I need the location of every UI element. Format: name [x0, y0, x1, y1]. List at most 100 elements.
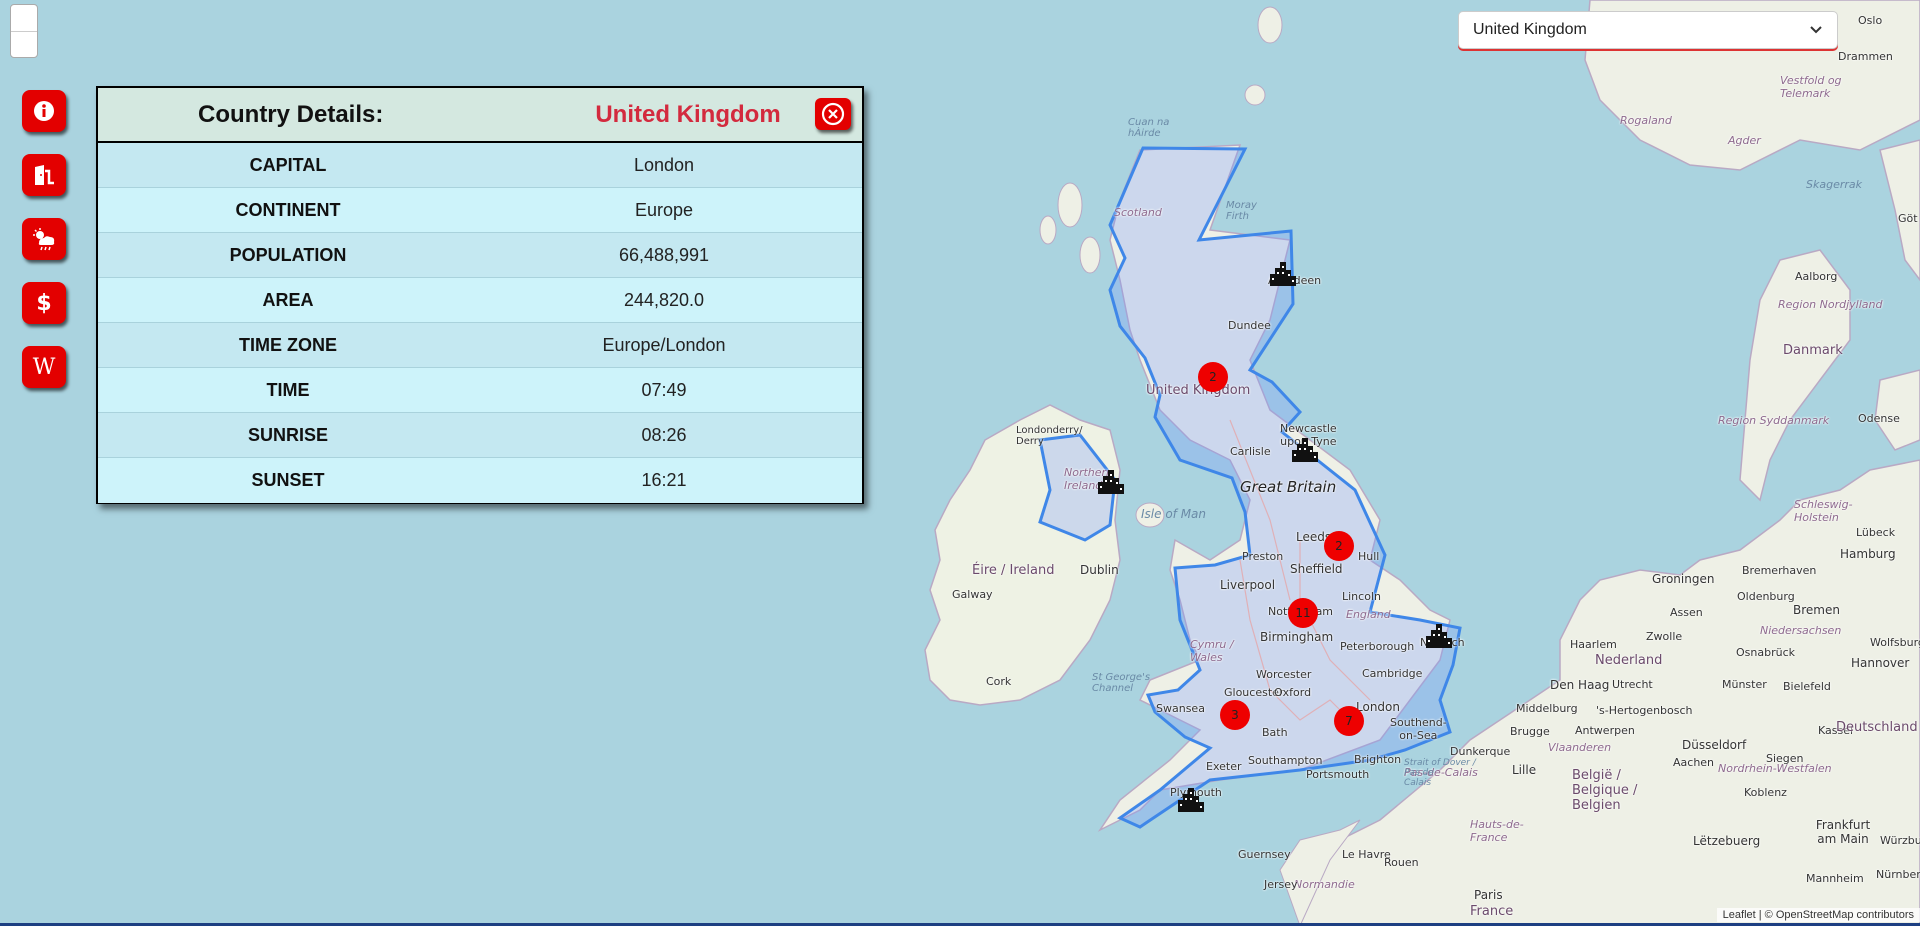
cluster-marker[interactable]: 2	[1198, 362, 1228, 392]
row-label: SUNRISE	[247, 425, 328, 445]
city-marker-icon[interactable]	[1424, 620, 1454, 650]
details-row-time-zone: TIME ZONE Europe/London	[98, 323, 862, 368]
map-label-jersey: Jersey	[1264, 878, 1298, 891]
cluster-marker[interactable]: 3	[1220, 700, 1250, 730]
city-marker-icon[interactable]	[1096, 466, 1126, 496]
map-label-munster: Münster	[1722, 678, 1767, 691]
row-value: Europe	[634, 200, 694, 220]
map-label-londonderry: Londonderry/ Derry	[1016, 425, 1083, 447]
cluster-marker[interactable]: 7	[1334, 706, 1364, 736]
map-label-exeter: Exeter	[1206, 760, 1242, 773]
panel-country-name: United Kingdom	[595, 101, 781, 128]
map-label-isle-of-man: Isle of Man	[1141, 507, 1207, 521]
map-label-cambridge: Cambridge	[1362, 667, 1423, 680]
row-value: 08:26	[641, 425, 687, 445]
map-label-schleswig: Schleswig-Holstein	[1794, 498, 1853, 524]
map-label-haarlem: Haarlem	[1570, 638, 1617, 651]
map-label-eire: Éire / Ireland	[972, 563, 1055, 578]
dollar-button[interactable]: $	[22, 282, 66, 324]
map-label-oldenburg: Oldenburg	[1737, 590, 1795, 603]
map-label-wolfsburg: Wolfsburg	[1870, 636, 1920, 649]
city-marker-icon[interactable]	[1268, 258, 1298, 288]
map-label-utrecht: Utrecht	[1612, 678, 1653, 691]
map-label-sheffield: Sheffield	[1290, 562, 1343, 576]
city-marker-icon[interactable]	[1176, 784, 1206, 814]
row-value: 66,488,991	[618, 245, 710, 265]
map-label-dundee: Dundee	[1228, 319, 1271, 332]
map-label-uk: United Kingdom	[1146, 383, 1251, 398]
map-label-moray: Moray Firth	[1226, 200, 1257, 222]
cluster-marker[interactable]: 2	[1324, 531, 1354, 561]
map-label-bath: Bath	[1262, 726, 1288, 739]
map-label-liverpool: Liverpool	[1220, 578, 1276, 592]
map-label-gothenburg: Göt	[1898, 212, 1918, 225]
zoom-in-button[interactable]	[11, 5, 37, 31]
map-label-peterborough: Peterborough	[1340, 640, 1415, 653]
map-attribution[interactable]: Leaflet | © OpenStreetMap contributors	[1716, 908, 1920, 922]
close-button[interactable]	[815, 98, 851, 130]
row-label: POPULATION	[229, 245, 347, 265]
map-label-danmark: Danmark	[1783, 343, 1843, 358]
zoom-out-button[interactable]	[11, 32, 37, 58]
map-label-england: England	[1346, 608, 1391, 621]
map-label-deutschland: Deutschland	[1836, 720, 1918, 735]
map-label-stgeorges: St George's Channel	[1092, 672, 1151, 694]
dollar-icon: $	[36, 290, 52, 316]
row-value: London	[633, 155, 695, 175]
details-row-sunrise: SUNRISE 08:26	[98, 413, 862, 458]
details-table: CAPITAL London CONTINENT Europe POPULATION…	[98, 143, 862, 503]
map-label-koblenz: Koblenz	[1744, 786, 1787, 799]
map-label-agder: Agder	[1728, 134, 1761, 147]
map-label-mannheim: Mannheim	[1806, 872, 1864, 885]
row-value: 244,820.0	[623, 290, 705, 310]
weather-button[interactable]	[22, 218, 66, 260]
map-label-southampton: Southampton	[1248, 754, 1323, 767]
country-select[interactable]: United Kingdom	[1458, 11, 1838, 49]
map-label-swansea: Swansea	[1156, 702, 1205, 715]
map-label-bielefeld: Bielefeld	[1783, 680, 1831, 693]
wikipedia-icon: W	[32, 354, 56, 380]
map-label-wurzburg: Würzburg	[1880, 834, 1920, 847]
map-label-brighton: Brighton	[1354, 753, 1402, 766]
map-label-lille: Lille	[1512, 763, 1537, 777]
row-label: AREA	[262, 290, 314, 310]
map-label-nurnberg: Nürnberg	[1876, 868, 1920, 881]
map-label-drammen: Drammen	[1838, 50, 1893, 63]
currency-exchange-button[interactable]	[22, 154, 66, 196]
map-label-paris: Paris	[1474, 888, 1503, 902]
info-button[interactable]	[22, 90, 66, 132]
details-row-sunset: SUNSET 16:21	[98, 458, 862, 503]
map-label-dover: Strait of Dover / Pas de Calais	[1404, 758, 1476, 788]
map-label-preston: Preston	[1242, 550, 1284, 563]
panel-title: Country Details:	[198, 101, 384, 128]
map-label-aachen: Aachen	[1673, 756, 1715, 769]
map-label-cork: Cork	[986, 675, 1012, 688]
map-label-london: London	[1356, 700, 1400, 714]
map-label-zwolle: Zwolle	[1646, 630, 1683, 643]
row-label: CAPITAL	[249, 155, 327, 175]
close-icon	[821, 102, 845, 126]
map-label-frankfurt: Frankfurt am Main	[1815, 818, 1871, 846]
map-label-galway: Galway	[952, 588, 993, 601]
wikipedia-button[interactable]: W	[22, 346, 66, 388]
cluster-marker[interactable]: 11	[1288, 598, 1318, 628]
country-details-panel: Country Details: United Kingdom CAPITAL L…	[96, 86, 864, 504]
map-label-scotland: Scotland	[1114, 206, 1162, 219]
map-label-worcester: Worcester	[1256, 668, 1312, 681]
map-label-hannover: Hannover	[1851, 656, 1910, 670]
map-label-odense: Odense	[1858, 412, 1900, 425]
info-icon	[34, 101, 54, 121]
map-label-region-syd: Region Syddanmark	[1718, 414, 1830, 427]
details-row-population: POPULATION 66,488,991	[98, 233, 862, 278]
map-label-france: France	[1470, 904, 1514, 919]
map-label-hull: Hull	[1358, 550, 1380, 563]
map-label-osnabruck: Osnabrück	[1736, 646, 1795, 659]
map-label-skagerrak: Skagerrak	[1806, 178, 1862, 191]
map-label-portsmouth: Portsmouth	[1306, 768, 1370, 781]
row-value: 16:21	[641, 470, 687, 490]
city-marker-icon[interactable]	[1290, 434, 1320, 464]
map-label-groningen: Groningen	[1652, 572, 1715, 586]
chevron-down-icon	[1809, 22, 1823, 38]
details-row-continent: CONTINENT Europe	[98, 188, 862, 233]
map-label-hauts: Hauts-de-France	[1470, 818, 1524, 844]
